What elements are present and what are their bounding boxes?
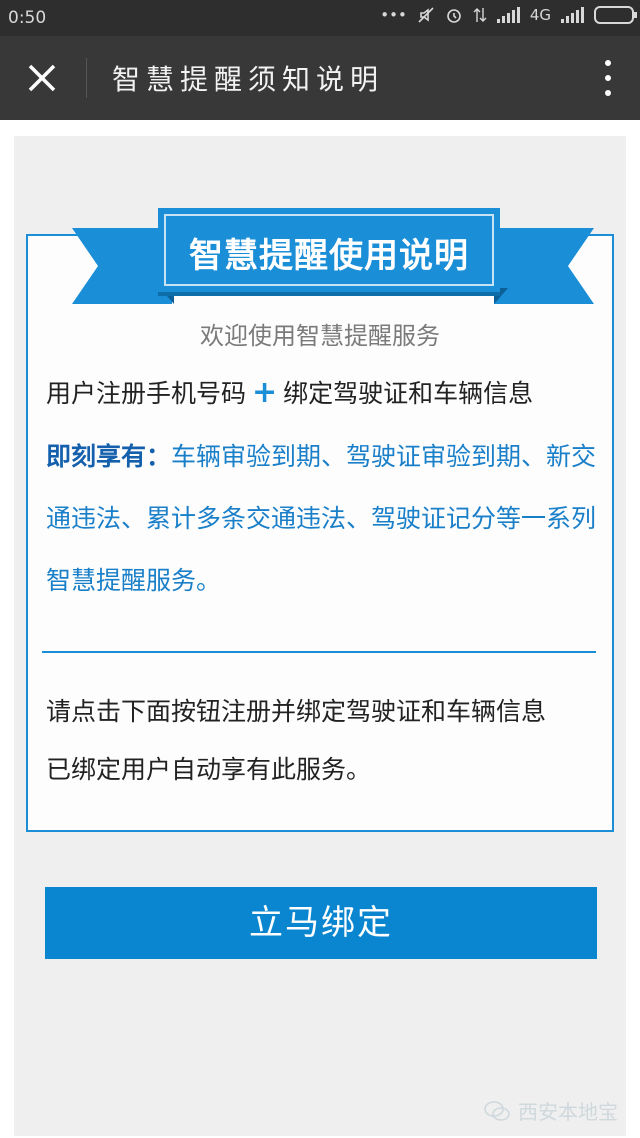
status-bar: 0:50 ••• 4G <box>0 0 640 36</box>
more-dot <box>605 90 611 96</box>
dots-icon: ••• <box>380 6 407 24</box>
benefit-lead: 即刻享有： <box>46 442 172 471</box>
instruction-text: 请点击下面按钮注册并绑定驾驶证和车辆信息 <box>46 697 547 726</box>
mute-icon <box>418 7 434 23</box>
benefit-paragraph: 即刻享有：车辆审验到期、驾驶证审验到期、新交通违法、累计多条交通违法、驾驶证记分… <box>46 426 601 612</box>
watermark-text: 西安本地宝 <box>518 1100 618 1124</box>
ribbon-banner: 智慧提醒使用说明 <box>158 208 500 292</box>
close-icon <box>28 64 56 92</box>
bind-now-button[interactable]: 立马绑定 <box>45 887 597 959</box>
more-button[interactable] <box>596 54 620 102</box>
more-vertical-icon <box>605 60 611 66</box>
network-type: 4G <box>529 6 551 24</box>
bind-text: 绑定驾驶证和车辆信息 <box>283 379 534 408</box>
auto-service-text: 已绑定用户自动享有此服务。 <box>46 755 372 784</box>
register-text: 用户注册手机号码 <box>46 379 247 408</box>
ribbon-tail-right <box>494 228 594 304</box>
battery-icon <box>594 6 637 24</box>
poster-image: 智慧提醒使用说明 欢迎使用智慧提醒服务 用户注册手机号码 + 绑定驾驶证和车辆信息 … <box>14 136 626 1136</box>
data-transfer-icon <box>473 8 487 22</box>
welcome-text: 欢迎使用智慧提醒服务 <box>200 322 440 350</box>
ribbon-tail-left <box>72 228 172 304</box>
nav-bar: 智慧提醒须知说明 <box>0 36 640 120</box>
ribbon-title: 智慧提醒使用说明 <box>189 236 469 276</box>
page-title: 智慧提醒须知说明 <box>112 63 385 96</box>
close-button[interactable] <box>22 58 62 98</box>
source-watermark: 西安本地宝 <box>484 1096 618 1125</box>
plus-icon: + <box>252 375 278 410</box>
status-time: 0:50 <box>8 8 47 28</box>
signal-icon-2 <box>561 7 584 23</box>
signal-icon <box>496 7 520 23</box>
wechat-icon <box>484 1100 510 1121</box>
more-dot <box>605 75 611 81</box>
title-ribbon: 智慧提醒使用说明 <box>14 198 626 318</box>
register-line: 用户注册手机号码 + 绑定驾驶证和车辆信息 <box>46 374 533 410</box>
article-page: 智慧提醒使用说明 欢迎使用智慧提醒服务 用户注册手机号码 + 绑定驾驶证和车辆信息 … <box>0 120 640 1138</box>
status-icons: ••• 4G <box>380 6 637 24</box>
nav-divider <box>86 58 87 98</box>
divider <box>42 651 596 653</box>
alarm-icon <box>447 9 461 23</box>
